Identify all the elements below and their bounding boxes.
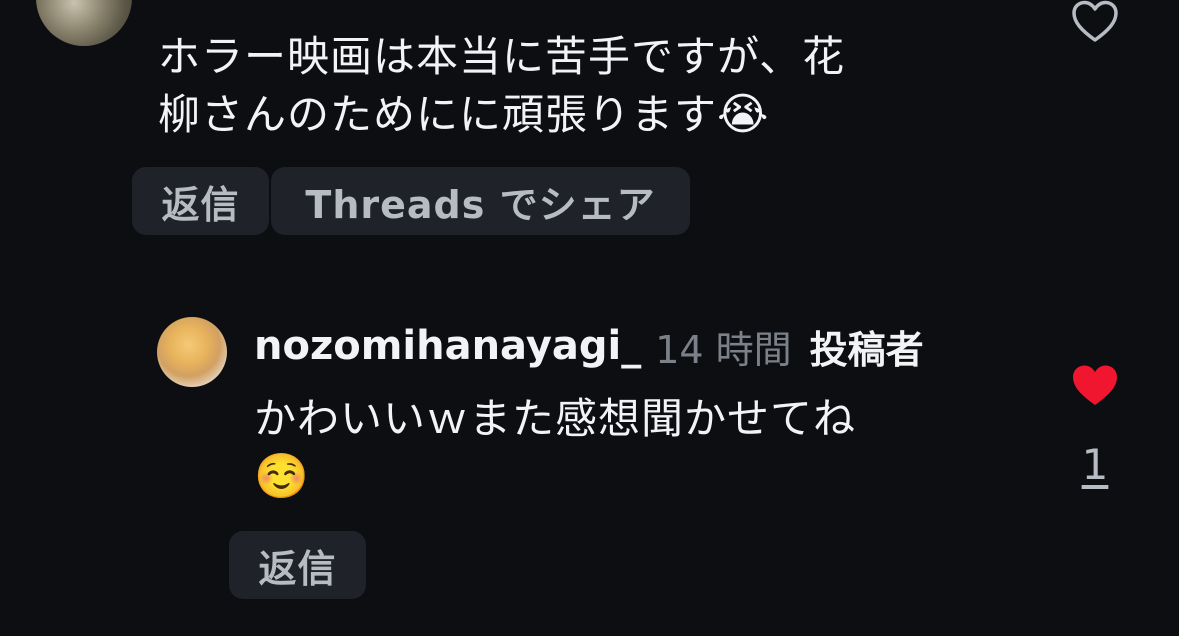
author-badge: 投稿者 [809, 327, 924, 372]
comment-line-2: 柳さんのためにに頑張ります [158, 90, 718, 139]
commenter-avatar[interactable] [36, 0, 132, 46]
smiling-emoji: ☺️ [254, 451, 310, 502]
crying-emoji: 😭 [717, 89, 770, 140]
comment-line-1: ホラー映画は本当に苦手ですが、花 [158, 32, 846, 81]
heart-outline-icon[interactable] [1071, 0, 1119, 44]
reply-button[interactable]: 返信 [132, 167, 269, 235]
reply-timestamp: 14 時間 [655, 327, 792, 372]
reply-username[interactable]: nozomihanayagi_ [254, 323, 641, 369]
share-on-threads-button[interactable]: Threads でシェア [271, 167, 690, 235]
heart-filled-icon[interactable] [1071, 364, 1119, 408]
reply-meta: nozomihanayagi_ 14 時間 投稿者 [254, 320, 924, 372]
reply-line-1: かわいいｗまた感想聞かせてね [254, 394, 857, 443]
comment-text: ホラー映画は本当に苦手ですが、花 柳さんのためにに頑張ります😭 [158, 28, 1018, 144]
reply-button-2[interactable]: 返信 [229, 531, 366, 599]
author-avatar[interactable] [157, 317, 227, 387]
like-count[interactable]: 1 [1070, 440, 1120, 489]
reply-text: かわいいｗまた感想聞かせてね ☺️ [254, 390, 1014, 506]
